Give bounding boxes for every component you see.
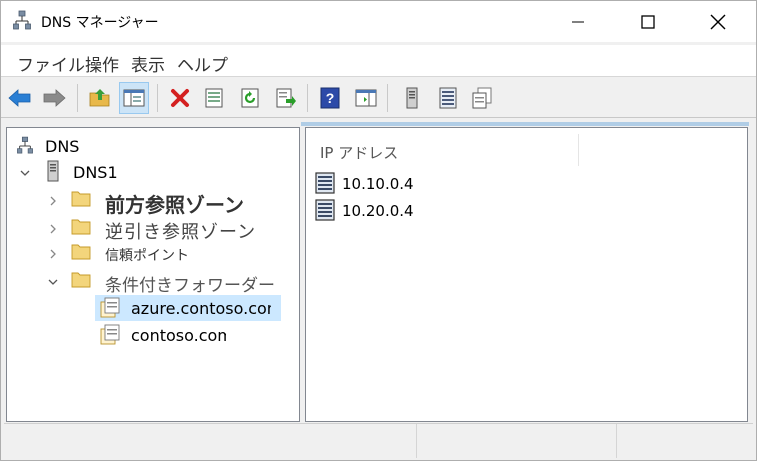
tree-label: DNS [45,137,80,156]
chevron-down-icon[interactable] [19,167,31,179]
tree-label: DNS1 [73,163,118,182]
ip-address-value: 10.20.0.4 [342,202,414,220]
server-icon [406,87,418,109]
up-folder-icon [89,89,110,107]
toolbar: ? [1,78,756,118]
help-button[interactable]: ? [315,82,345,114]
dns-icon [17,136,33,154]
toolbar-separator [307,84,308,112]
ip-address-icon [315,199,335,221]
console-tree: DNS DNS1 前方参照ゾーン 逆引き参照ゾーン 信頼ポイント 条件付きフォワ… [6,127,300,422]
copy-icon [472,87,492,109]
forward-arrow-icon [43,89,66,107]
folder-icon [71,244,91,260]
tree-node-forwarder-azure[interactable]: azure.contoso.com [7,296,297,320]
dns-manager-window: DNS マネージャー ファイル 操作 表示 ヘルプ ? DNS DNS1 前方参… [0,0,757,461]
maximize-icon [641,14,655,29]
tree-node-reverse-lookup-zones[interactable]: 逆引き参照ゾーン [7,216,297,243]
show-hide-action-pane-button[interactable] [351,82,381,114]
refresh-icon [241,88,259,108]
toolbar-separator [157,84,158,112]
column-divider[interactable] [578,134,579,166]
refresh-button[interactable] [235,82,265,114]
chevron-down-icon[interactable] [47,276,59,288]
delete-icon [171,89,189,107]
action-pane-icon [355,89,377,107]
menu-file[interactable]: ファイル [17,51,85,76]
forwarder-icon [100,324,120,345]
tree-label: contoso.com [131,326,226,345]
server-button[interactable] [397,82,427,114]
show-hide-tree-icon [123,89,145,107]
status-divider [616,424,617,458]
export-list-button[interactable] [271,82,301,114]
minimize-icon [572,21,584,22]
list-view-button[interactable] [433,82,463,114]
toolbar-separator [387,84,388,112]
delete-button[interactable] [165,82,195,114]
up-one-level-button[interactable] [85,82,115,114]
server-icon [47,160,59,182]
chevron-right-icon[interactable] [47,248,59,260]
dns-app-icon [13,10,31,30]
menu-view[interactable]: 表示 [131,51,165,76]
forwarder-icon [100,297,120,318]
show-hide-console-tree-button[interactable] [119,82,149,114]
tree-node-conditional-forwarders[interactable]: 条件付きフォワーダー [7,269,297,296]
menu-help[interactable]: ヘルプ [177,51,228,76]
forward-button[interactable] [39,82,69,114]
title-bar: DNS マネージャー [1,1,756,42]
help-icon: ? [320,87,340,109]
export-list-icon [276,88,296,108]
tree-label: 信頼ポイント [105,248,189,264]
tree-label: 前方参照ゾーン [105,193,244,217]
close-icon [710,14,726,29]
minimize-button[interactable] [555,1,601,42]
window-title: DNS マネージャー [41,15,159,31]
ip-address-icon [315,172,335,194]
maximize-button[interactable] [625,1,671,42]
close-button[interactable] [695,1,741,42]
folder-icon [71,191,91,207]
column-header[interactable]: IP アドレス [306,128,747,168]
menu-action[interactable]: 操作 [85,51,119,76]
chevron-right-icon[interactable] [47,223,59,235]
status-bar [4,423,753,458]
toolbar-separator [77,84,78,112]
copy-button[interactable] [467,82,497,114]
tree-label: 条件付きフォワーダー [105,276,275,296]
svg-text:?: ? [326,90,335,106]
tree-node-trust-points[interactable]: 信頼ポイント [7,241,297,265]
tree-label: azure.contoso.com [131,299,271,318]
list-icon [439,87,457,109]
back-button[interactable] [5,82,35,114]
tree-node-dns-root[interactable]: DNS [7,134,297,158]
chevron-right-icon[interactable] [47,195,59,207]
details-pane: IP アドレス 10.10.0.4 10.20.0.4 [305,127,748,422]
folder-icon [71,219,91,235]
properties-button[interactable] [199,82,229,114]
tree-node-server[interactable]: DNS1 [7,160,297,184]
menu-bar: ファイル 操作 表示 ヘルプ [1,45,756,77]
column-header-ip-address[interactable]: IP アドレス [320,142,398,163]
ip-address-value: 10.10.0.4 [342,175,414,193]
tree-node-forwarder-contoso[interactable]: contoso.com [7,323,297,347]
tree-node-forward-lookup-zones[interactable]: 前方参照ゾーン [7,188,297,217]
status-divider [416,424,417,458]
properties-icon [205,88,223,108]
accent-strip [301,122,749,126]
back-arrow-icon [8,89,31,107]
folder-icon [71,272,91,288]
